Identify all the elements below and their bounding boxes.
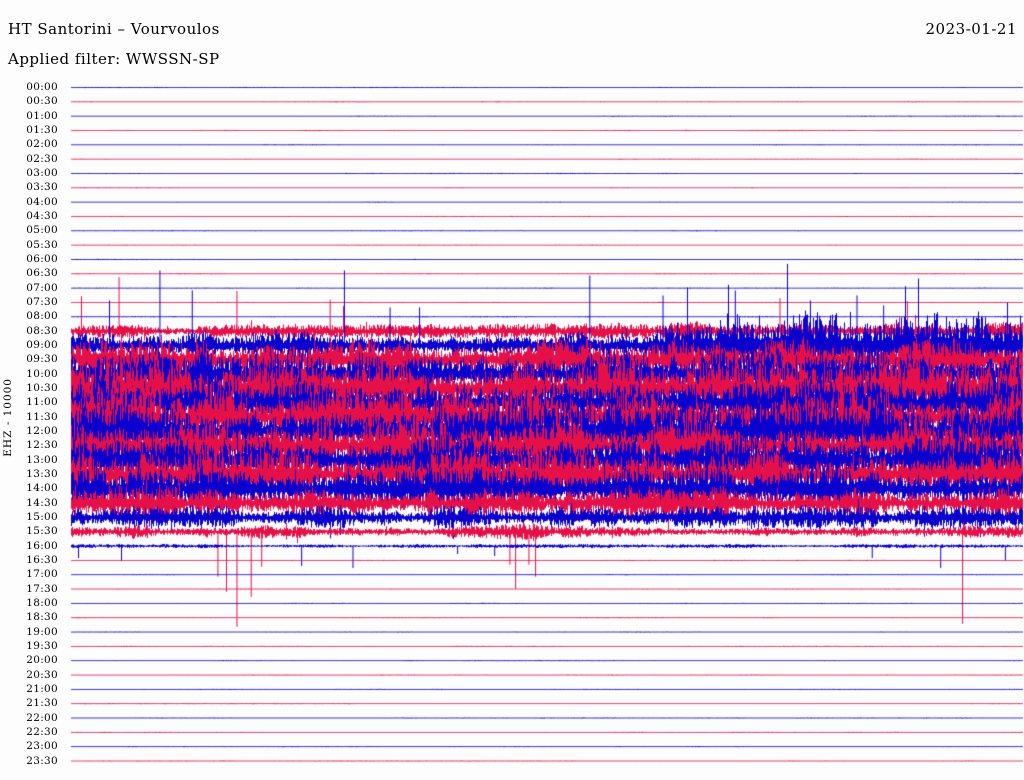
time-label: 10:00 bbox=[26, 367, 58, 380]
time-label: 04:00 bbox=[26, 195, 58, 208]
time-label: 22:00 bbox=[26, 711, 58, 724]
time-label: 07:00 bbox=[26, 281, 58, 294]
time-label: 09:00 bbox=[26, 338, 58, 351]
time-label: 03:30 bbox=[26, 181, 58, 194]
helicorder-page: HT Santorini – Vourvoulos 2023-01-21 App… bbox=[0, 0, 1024, 780]
time-label: 15:30 bbox=[26, 525, 58, 538]
time-label: 11:30 bbox=[26, 410, 58, 423]
time-label: 16:30 bbox=[26, 553, 58, 566]
time-label: 02:00 bbox=[26, 138, 58, 151]
time-label: 06:30 bbox=[26, 267, 58, 280]
time-label: 09:30 bbox=[26, 353, 58, 366]
time-axis: 00:00 00:30 01:00 01:30 02:00 02:30 03:00 03:30… bbox=[0, 0, 64, 780]
time-label: 18:30 bbox=[26, 611, 58, 624]
time-label: 23:00 bbox=[26, 740, 58, 753]
time-label: 12:00 bbox=[26, 424, 58, 437]
time-label: 23:30 bbox=[26, 754, 58, 767]
helicorder-canvas bbox=[0, 0, 1024, 780]
time-label: 20:30 bbox=[26, 668, 58, 681]
time-label: 17:30 bbox=[26, 582, 58, 595]
time-label: 12:30 bbox=[26, 439, 58, 452]
time-label: 16:00 bbox=[26, 539, 58, 552]
time-label: 02:30 bbox=[26, 152, 58, 165]
time-label: 21:30 bbox=[26, 697, 58, 710]
time-label: 14:30 bbox=[26, 496, 58, 509]
time-label: 19:30 bbox=[26, 639, 58, 652]
time-label: 15:00 bbox=[26, 510, 58, 523]
time-label: 01:30 bbox=[26, 123, 58, 136]
time-label: 18:00 bbox=[26, 596, 58, 609]
time-label: 21:00 bbox=[26, 682, 58, 695]
time-label: 05:00 bbox=[26, 224, 58, 237]
time-label: 13:30 bbox=[26, 467, 58, 480]
time-label: 07:30 bbox=[26, 295, 58, 308]
time-label: 08:30 bbox=[26, 324, 58, 337]
time-label: 20:00 bbox=[26, 654, 58, 667]
time-label: 17:00 bbox=[26, 568, 58, 581]
time-label: 06:00 bbox=[26, 252, 58, 265]
time-label: 14:00 bbox=[26, 482, 58, 495]
time-label: 10:30 bbox=[26, 381, 58, 394]
time-label: 22:30 bbox=[26, 725, 58, 738]
time-label: 19:00 bbox=[26, 625, 58, 638]
time-label: 08:00 bbox=[26, 310, 58, 323]
time-label: 05:30 bbox=[26, 238, 58, 251]
time-label: 03:00 bbox=[26, 166, 58, 179]
time-label: 00:00 bbox=[26, 81, 58, 93]
time-label: 01:00 bbox=[26, 109, 58, 122]
time-label: 11:00 bbox=[26, 396, 58, 409]
time-label: 00:30 bbox=[26, 95, 58, 108]
time-label: 13:00 bbox=[26, 453, 58, 466]
time-label: 04:30 bbox=[26, 209, 58, 222]
date-label: 2023-01-21 bbox=[925, 20, 1017, 38]
